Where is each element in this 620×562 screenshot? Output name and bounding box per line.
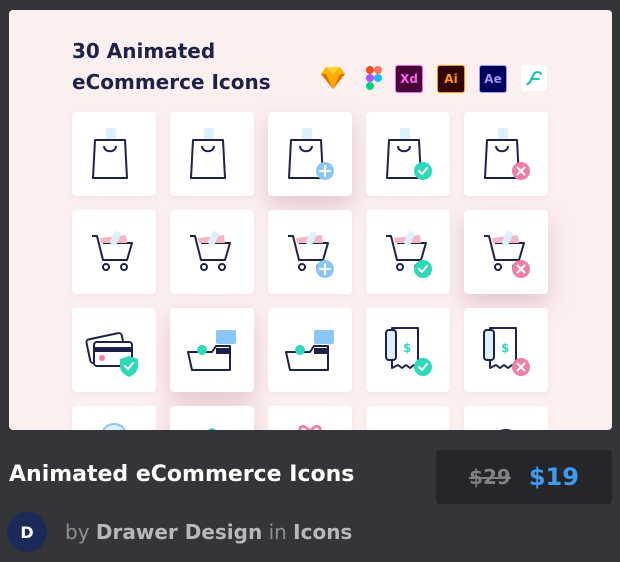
- cart-add-icon: [288, 231, 334, 278]
- icon-tile: [170, 112, 254, 196]
- receipt-remove-icon: $: [483, 327, 530, 376]
- icon-tile: [464, 406, 548, 430]
- icon-grid: $ $: [72, 112, 548, 430]
- category-link[interactable]: Icons: [293, 520, 352, 544]
- receipt-check-icon: $: [385, 327, 432, 376]
- cart-icon: [92, 231, 133, 271]
- cart-check-icon: [386, 231, 432, 278]
- box-icon: [207, 428, 217, 430]
- icon-tile: [268, 112, 352, 196]
- icon-tile: [366, 210, 450, 294]
- shopping-bag-add-icon: [288, 128, 334, 180]
- icon-tile: $: [464, 308, 548, 392]
- cart-icon: [190, 231, 231, 271]
- figma-icon: [361, 65, 387, 91]
- cart-remove-icon: [484, 231, 530, 278]
- icon-tile: [72, 406, 156, 430]
- byline: by Drawer Design in Icons: [65, 520, 352, 544]
- svg-text:$: $: [501, 341, 509, 355]
- after-effects-icon: Ae: [479, 65, 507, 93]
- card-payment-check-icon: [187, 330, 236, 371]
- envelope-icon: [376, 416, 440, 430]
- icon-tile: [464, 210, 548, 294]
- shopping-bag-remove-icon: [484, 128, 530, 180]
- icon-tile: [170, 210, 254, 294]
- gift-icon: [298, 425, 322, 430]
- author-name-link[interactable]: Drawer Design: [96, 520, 262, 544]
- avatar-letter: D: [20, 522, 34, 542]
- author-row: D by Drawer Design in Icons: [7, 511, 352, 553]
- icon-tile: [268, 308, 352, 392]
- icon-tile: [72, 112, 156, 196]
- shopping-bag-check-icon: [386, 128, 432, 180]
- old-price: $29: [469, 465, 511, 489]
- icon-tile: [268, 406, 352, 430]
- preview-title-line-1: 30 Animated: [72, 39, 216, 63]
- shopping-bag-icon: [190, 128, 226, 179]
- icon-tile: [72, 308, 156, 392]
- adobe-illustrator-icon: Ai: [437, 65, 465, 93]
- author-avatar[interactable]: D: [7, 512, 47, 552]
- icon-tile: [464, 112, 548, 196]
- product-preview-image[interactable]: 30 Animated eCommerce Icons Xd Ai Ae $ $: [9, 10, 612, 430]
- sketch-icon: [320, 65, 346, 91]
- icon-tile: [268, 210, 352, 294]
- software-icons: Xd Ai Ae: [9, 65, 612, 95]
- icon-tile: [170, 308, 254, 392]
- svg-text:$: $: [403, 341, 411, 355]
- icon-tile: [170, 406, 254, 430]
- icon-tile: [72, 210, 156, 294]
- adobe-xd-icon: Xd: [395, 65, 423, 93]
- card-payment-cancel-icon: [285, 330, 334, 371]
- by-text: by: [65, 520, 90, 544]
- current-price: $19: [528, 463, 579, 491]
- secure-payment-icon: [85, 332, 138, 377]
- lottie-icon: [521, 65, 547, 91]
- icon-tile: $: [366, 308, 450, 392]
- item-title[interactable]: Animated eCommerce Icons: [9, 462, 354, 487]
- icon-tile: [366, 112, 450, 196]
- shopping-bag-icon: [92, 128, 128, 179]
- globe-icon: [500, 429, 512, 430]
- in-text: in: [268, 520, 287, 544]
- location-pin-icon: [102, 422, 126, 430]
- price-box[interactable]: $29 $19: [436, 450, 612, 504]
- icon-tile: [366, 406, 450, 430]
